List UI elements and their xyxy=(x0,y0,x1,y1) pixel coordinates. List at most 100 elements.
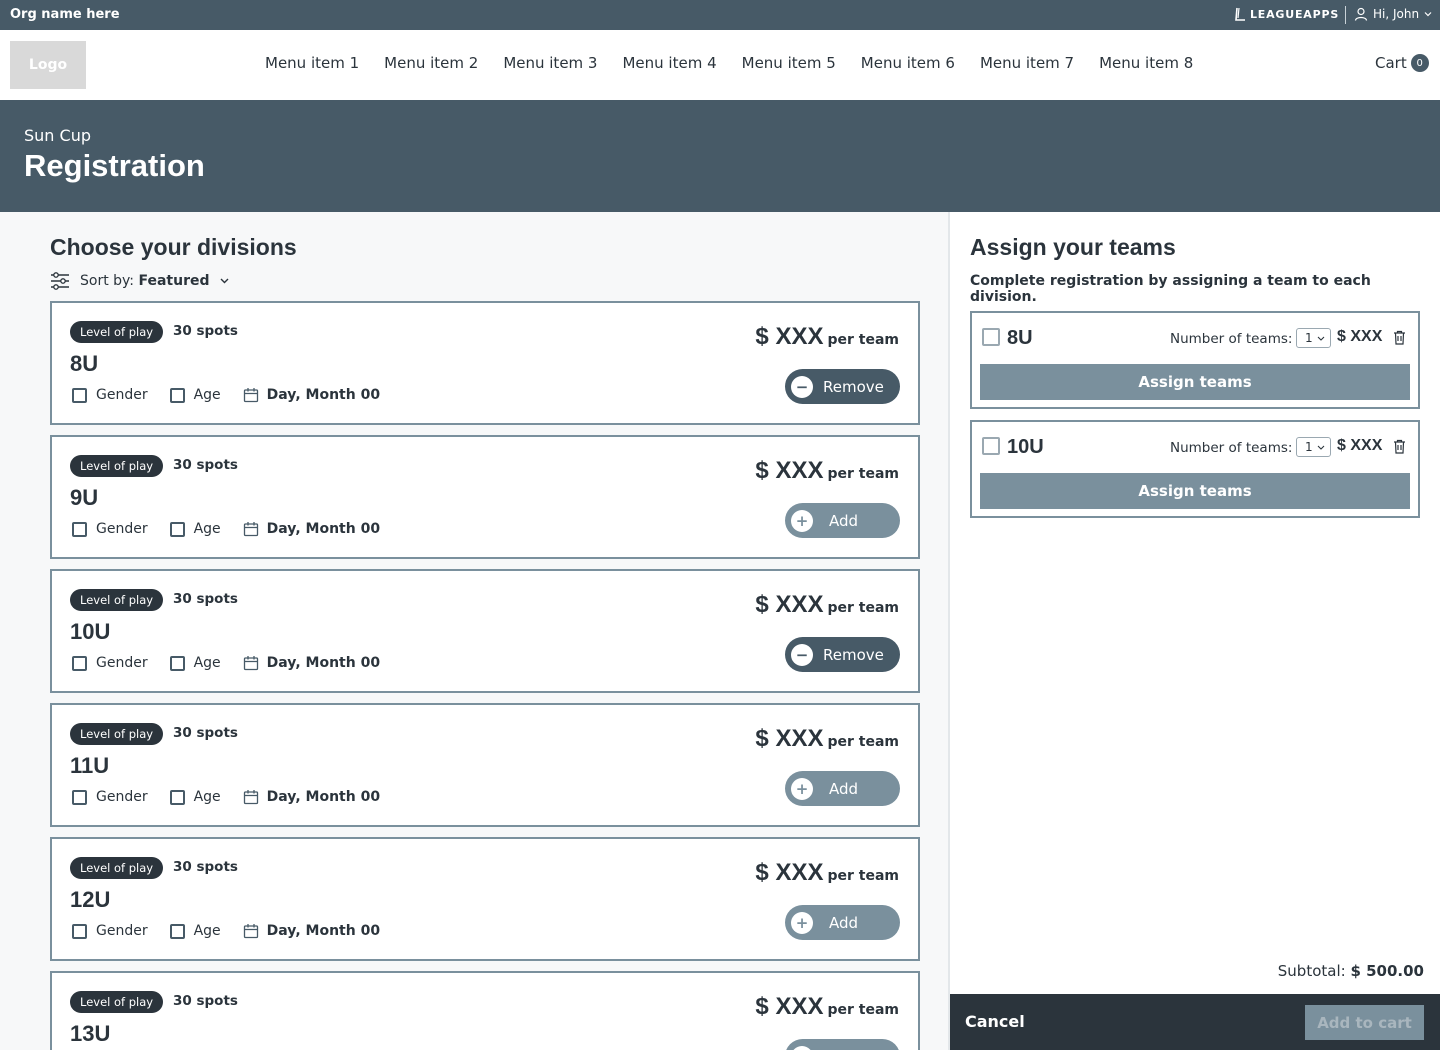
gender-checkbox[interactable] xyxy=(72,387,87,403)
division-date: Day, Month 00 xyxy=(243,387,380,403)
gender-label: Gender xyxy=(96,387,148,403)
gender-checkbox[interactable] xyxy=(72,789,87,805)
calendar-icon xyxy=(243,790,258,805)
assign-division-name: 8U xyxy=(1007,327,1033,349)
age-checkbox[interactable] xyxy=(169,655,185,671)
cart-link[interactable]: Cart 0 xyxy=(1375,54,1429,72)
date-label: Day, Month 00 xyxy=(266,521,381,537)
number-of-teams-select[interactable]: 1 xyxy=(1296,328,1331,348)
age-checkbox[interactable] xyxy=(169,387,185,403)
gender-checkbox[interactable] xyxy=(72,655,87,671)
nav-menu-item-5[interactable]: Menu item 5 xyxy=(742,54,836,72)
division-name: 10U xyxy=(70,619,111,644)
nav-menu-item-2[interactable]: Menu item 2 xyxy=(384,54,478,72)
page-title: Registration xyxy=(24,148,205,183)
divisions-panel: Choose your divisions Sort by: Featured … xyxy=(0,212,948,1050)
gender-filter[interactable]: Gender xyxy=(72,387,148,403)
site-logo[interactable]: Logo xyxy=(10,41,86,89)
age-filter[interactable]: Age xyxy=(169,923,221,939)
gender-label: Gender xyxy=(96,789,148,805)
calendar-icon xyxy=(243,522,258,537)
assign-checkbox[interactable] xyxy=(982,328,1000,346)
page-header: Sun Cup Registration xyxy=(0,100,1440,212)
brand-label: LEAGUEAPPS xyxy=(1250,7,1340,21)
division-card: Level of play 30 spots 12U Gender Age Day, Mo… xyxy=(50,837,920,961)
number-of-teams-value: 1 xyxy=(1305,331,1313,345)
age-checkbox[interactable] xyxy=(169,789,185,805)
division-price: $ XXX per team xyxy=(755,591,899,619)
number-of-teams-select[interactable]: 1 xyxy=(1296,437,1331,457)
event-name: Sun Cup xyxy=(24,126,91,145)
price-unit: per team xyxy=(827,868,899,884)
gender-filter[interactable]: Gender xyxy=(72,923,148,939)
gender-filter[interactable]: Gender xyxy=(72,655,148,671)
nav-menu-item-3[interactable]: Menu item 3 xyxy=(503,54,597,72)
division-card: Level of play 30 spots 8U Gender Age Day, Mon… xyxy=(50,301,920,425)
add-division-button[interactable]: +Add xyxy=(785,503,900,538)
add-division-button[interactable]: +Add xyxy=(785,905,900,940)
date-label: Day, Month 00 xyxy=(266,387,381,403)
level-of-play-badge: Level of play xyxy=(70,455,164,477)
assign-price: $ XXX xyxy=(1337,328,1383,345)
topbar-divider xyxy=(1345,6,1346,24)
main-nav: Logo Menu item 1 Menu item 2 Menu item 3… xyxy=(0,30,1440,100)
subtotal-label: Subtotal: xyxy=(1277,962,1346,980)
assign-price: $ XXX xyxy=(1337,437,1383,454)
nav-menu-item-4[interactable]: Menu item 4 xyxy=(622,54,716,72)
nav-menu-item-1[interactable]: Menu item 1 xyxy=(265,54,359,72)
calendar-icon xyxy=(243,388,258,403)
cancel-button[interactable]: Cancel xyxy=(965,1012,1025,1031)
division-action-label: Add xyxy=(829,511,859,530)
divisions-title: Choose your divisions xyxy=(50,234,297,260)
org-name: Org name here xyxy=(10,7,120,22)
age-checkbox[interactable] xyxy=(169,521,185,537)
division-price: $ XXX per team xyxy=(755,725,899,753)
trash-icon[interactable] xyxy=(1393,330,1406,345)
age-filter[interactable]: Age xyxy=(169,789,221,805)
add-to-cart-button[interactable]: Add to cart xyxy=(1305,1005,1424,1040)
division-action-label: Remove xyxy=(823,645,884,664)
add-division-button[interactable]: +Add xyxy=(785,771,900,806)
assign-checkbox[interactable] xyxy=(982,437,1000,455)
number-of-teams-label: Number of teams: xyxy=(1170,440,1293,456)
level-of-play-badge: Level of play xyxy=(70,589,164,611)
gender-label: Gender xyxy=(96,923,148,939)
division-card: Level of play30 spots13UGenderAgeDay, Mo… xyxy=(50,971,920,1050)
date-label: Day, Month 00 xyxy=(266,655,381,671)
spots-count: 30 spots xyxy=(173,859,238,875)
price-amount: $ XXX xyxy=(755,859,824,886)
age-filter[interactable]: Age xyxy=(169,387,221,403)
level-of-play-badge: Level of play xyxy=(70,857,164,879)
division-price: $ XXX per team xyxy=(755,993,899,1021)
trash-icon[interactable] xyxy=(1393,439,1406,454)
nav-menu-item-7[interactable]: Menu item 7 xyxy=(980,54,1074,72)
sort-value: Featured xyxy=(138,273,210,289)
leagueapps-brand[interactable]: LEAGUEAPPS xyxy=(1234,7,1339,21)
nav-menu-item-6[interactable]: Menu item 6 xyxy=(861,54,955,72)
remove-division-button[interactable]: − Remove xyxy=(785,369,900,404)
division-meta: Gender Age Day, Month 00 xyxy=(72,521,402,537)
gender-filter[interactable]: Gender xyxy=(72,521,148,537)
sort-dropdown[interactable]: Sort by: Featured xyxy=(50,272,229,290)
division-price: $ XXX per team xyxy=(755,859,899,887)
top-bar: Org name here LEAGUEAPPS Hi, John xyxy=(0,0,1440,30)
age-checkbox[interactable] xyxy=(169,923,185,939)
division-name: 8U xyxy=(70,351,99,376)
assign-teams-button[interactable]: Assign teams xyxy=(980,473,1410,509)
age-filter[interactable]: Age xyxy=(169,655,221,671)
assign-title: Assign your teams xyxy=(970,234,1176,260)
gender-filter[interactable]: Gender xyxy=(72,789,148,805)
gender-checkbox[interactable] xyxy=(72,923,87,939)
age-filter[interactable]: Age xyxy=(169,521,221,537)
spots-count: 30 spots xyxy=(173,591,238,607)
date-label: Day, Month 00 xyxy=(266,923,381,939)
leagueapps-logo-icon xyxy=(1235,7,1245,21)
assign-card: 8U Number of teams: 1 $ XXX Assign teams xyxy=(970,311,1420,409)
add-division-button[interactable]: +Add xyxy=(785,1039,900,1050)
division-name: 9U xyxy=(70,485,99,510)
user-menu[interactable]: Hi, John xyxy=(1354,7,1432,21)
remove-division-button[interactable]: − Remove xyxy=(785,637,900,672)
gender-checkbox[interactable] xyxy=(72,521,87,537)
assign-teams-button[interactable]: Assign teams xyxy=(980,364,1410,400)
nav-menu-item-8[interactable]: Menu item 8 xyxy=(1099,54,1193,72)
